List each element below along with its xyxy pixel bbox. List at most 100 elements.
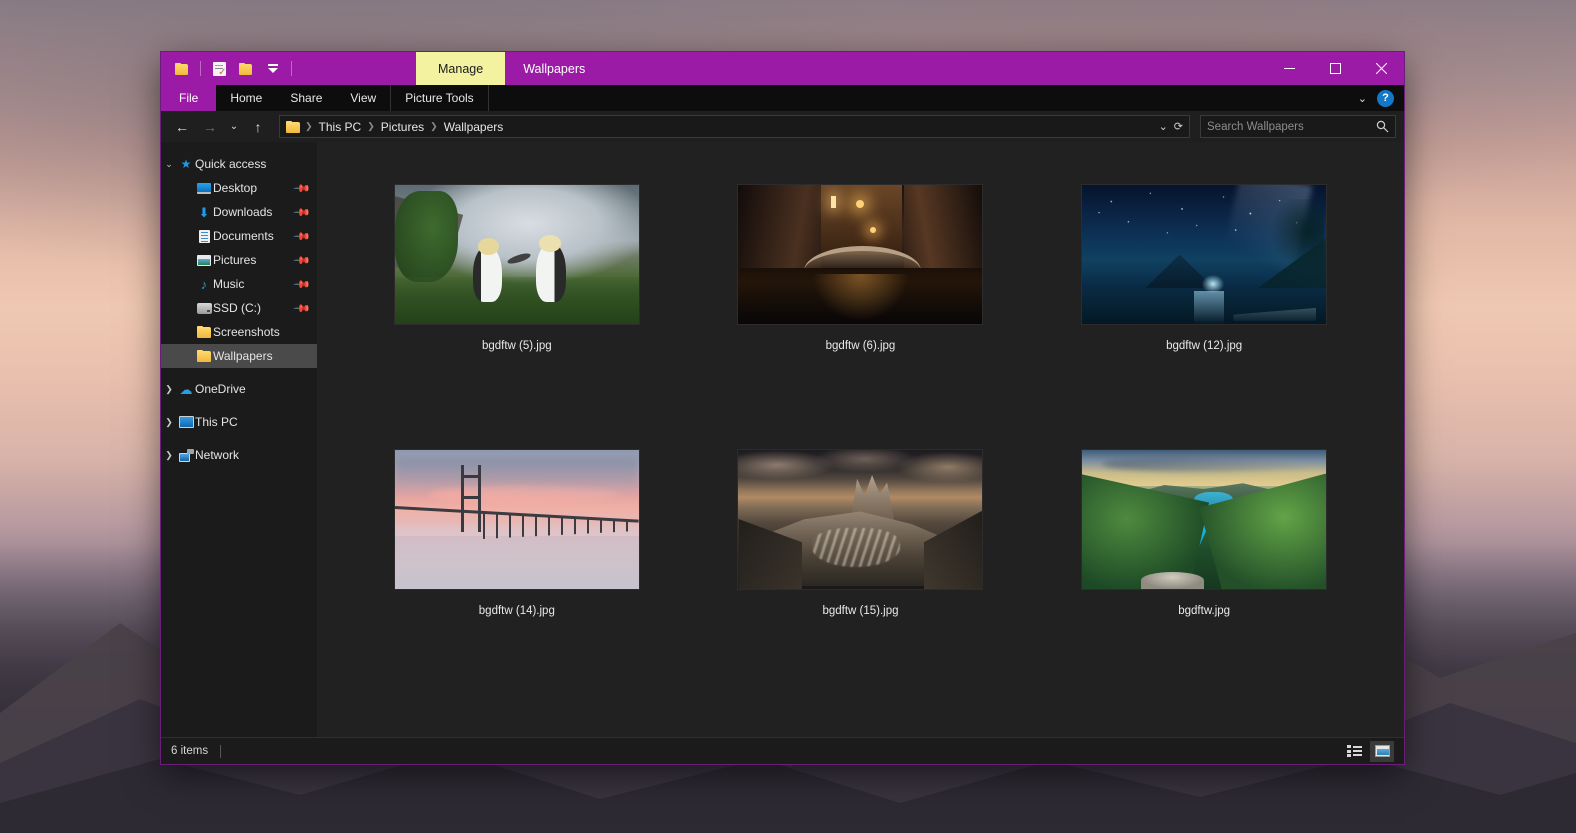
sidebar-item-network[interactable]: ❯ Network xyxy=(161,443,317,467)
recent-locations-button[interactable]: ⌄ xyxy=(225,115,243,139)
chevron-right-icon[interactable]: ❯ xyxy=(161,384,177,395)
back-button[interactable]: ← xyxy=(169,115,195,139)
sidebar-item-downloads[interactable]: ⬇ Downloads 📌 xyxy=(161,200,317,224)
sidebar-item-label: Music xyxy=(213,277,245,291)
contextual-tab-header[interactable]: Manage xyxy=(416,52,506,85)
sidebar-item-label: Documents xyxy=(213,229,274,243)
thumbnail-container xyxy=(1081,449,1328,590)
sidebar-item-label: OneDrive xyxy=(195,382,246,396)
downloads-icon: ⬇ xyxy=(198,204,210,220)
up-button[interactable]: ↑ xyxy=(245,115,271,139)
address-bar[interactable]: ❯ This PC ❯ Pictures ❯ Wallpapers ⌄ ⟳ xyxy=(279,115,1190,138)
breadcrumb-separator: ❯ xyxy=(367,121,375,131)
star-icon: ★ xyxy=(180,157,192,171)
sidebar-item-this-pc[interactable]: ❯ This PC xyxy=(161,410,317,434)
quick-access-toolbar xyxy=(161,52,298,85)
open-folder-icon[interactable] xyxy=(235,57,257,81)
file-name-label: bgdftw (15).jpg xyxy=(822,605,899,617)
navigation-pane: ⌄ ★ Quick access Desktop 📌 ⬇ Downloads 📌… xyxy=(161,142,317,737)
window-title: Wallpapers xyxy=(523,61,586,76)
breadcrumb-this-pc[interactable]: This PC xyxy=(314,120,367,134)
sidebar-item-wallpapers[interactable]: Wallpapers xyxy=(161,344,317,368)
chevron-down-icon[interactable] xyxy=(262,57,284,81)
file-item[interactable]: bgdftw.jpg xyxy=(1032,449,1376,618)
address-bar-actions: ⌄ ⟳ xyxy=(1159,120,1185,133)
new-folder-icon[interactable] xyxy=(171,57,193,81)
sidebar-item-desktop[interactable]: Desktop 📌 xyxy=(161,176,317,200)
refresh-icon[interactable]: ⟳ xyxy=(1174,120,1183,133)
thumbnail-image xyxy=(1081,449,1328,590)
file-item[interactable]: bgdftw (5).jpg xyxy=(345,184,689,353)
tab-share[interactable]: Share xyxy=(276,85,336,111)
help-icon[interactable]: ? xyxy=(1377,89,1394,107)
documents-icon xyxy=(195,229,213,243)
forward-button[interactable]: → xyxy=(197,115,223,139)
tab-view[interactable]: View xyxy=(336,85,390,111)
previous-locations-icon[interactable]: ⌄ xyxy=(1159,120,1168,133)
tab-home[interactable]: Home xyxy=(216,85,276,111)
large-icons-view-button[interactable] xyxy=(1370,740,1394,762)
view-mode-buttons xyxy=(1342,740,1394,762)
thumbnail-image xyxy=(737,449,984,590)
file-item[interactable]: bgdftw (15).jpg xyxy=(689,449,1033,618)
sidebar-group-quick-access[interactable]: ⌄ ★ Quick access xyxy=(161,152,317,176)
search-box[interactable] xyxy=(1200,115,1396,138)
file-item[interactable]: bgdftw (12).jpg xyxy=(1032,184,1376,353)
chevron-right-icon[interactable]: ❯ xyxy=(161,417,177,428)
sidebar-item-ssd-c[interactable]: SSD (C:) 📌 xyxy=(161,296,317,320)
tab-picture-tools[interactable]: Picture Tools xyxy=(390,85,489,111)
pin-icon[interactable]: 📌 xyxy=(293,299,312,317)
maximize-button[interactable] xyxy=(1312,52,1358,85)
chevron-down-icon[interactable]: ⌄ xyxy=(161,159,177,170)
sidebar-item-screenshots[interactable]: Screenshots xyxy=(161,320,317,344)
sidebar-item-label: Pictures xyxy=(213,253,257,267)
breadcrumb-separator: ❯ xyxy=(305,121,313,131)
sidebar-item-label: SSD (C:) xyxy=(213,301,261,315)
breadcrumb-pictures[interactable]: Pictures xyxy=(376,120,429,134)
breadcrumb-wallpapers[interactable]: Wallpapers xyxy=(439,120,509,134)
pin-icon[interactable]: 📌 xyxy=(293,275,312,293)
pin-icon[interactable]: 📌 xyxy=(293,179,312,197)
file-item[interactable]: bgdftw (14).jpg xyxy=(345,449,689,618)
pictures-icon xyxy=(195,254,213,266)
status-divider xyxy=(220,744,222,758)
file-grid: bgdftw (5).jpg bgdftw (6).jpg bgdftw (12… xyxy=(317,184,1404,618)
sidebar-item-pictures[interactable]: Pictures 📌 xyxy=(161,248,317,272)
window-controls xyxy=(1266,52,1404,85)
sidebar-item-music[interactable]: ♪ Music 📌 xyxy=(161,272,317,296)
pc-icon xyxy=(177,416,195,428)
file-list-pane[interactable]: bgdftw (5).jpg bgdftw (6).jpg bgdftw (12… xyxy=(317,142,1404,737)
pin-icon[interactable]: 📌 xyxy=(293,251,312,269)
sidebar-item-documents[interactable]: Documents 📌 xyxy=(161,224,317,248)
pin-icon[interactable]: 📌 xyxy=(293,227,312,245)
sidebar-group-label: Quick access xyxy=(195,157,267,171)
sidebar-item-label: Screenshots xyxy=(213,325,280,339)
file-item[interactable]: bgdftw (6).jpg xyxy=(689,184,1033,353)
network-icon xyxy=(177,449,195,462)
file-name-label: bgdftw (12).jpg xyxy=(1166,340,1243,352)
search-input[interactable] xyxy=(1207,120,1376,133)
thumbnail-container xyxy=(393,184,640,325)
close-button[interactable] xyxy=(1358,52,1404,85)
item-count-label: 6 items xyxy=(171,745,209,757)
address-bar-row: ← → ⌄ ↑ ❯ This PC ❯ Pictures ❯ Wallpaper… xyxy=(161,111,1404,142)
expand-ribbon-icon[interactable]: ⌄ xyxy=(1358,92,1367,105)
pin-icon[interactable]: 📌 xyxy=(293,203,312,221)
qat-divider-2 xyxy=(291,61,292,76)
desktop-icon xyxy=(195,182,213,194)
folder-icon xyxy=(195,326,213,338)
search-icon xyxy=(1376,120,1389,133)
file-name-label: bgdftw.jpg xyxy=(1178,605,1231,617)
tab-file[interactable]: File xyxy=(161,85,217,111)
chevron-right-icon[interactable]: ❯ xyxy=(161,450,177,461)
properties-icon[interactable] xyxy=(208,57,230,81)
sidebar-item-label: Network xyxy=(195,448,240,462)
file-name-label: bgdftw (6).jpg xyxy=(825,340,896,352)
minimize-button[interactable] xyxy=(1266,52,1312,85)
sidebar-item-onedrive[interactable]: ❯ ☁ OneDrive xyxy=(161,377,317,401)
ribbon-tab-bar: File Home Share View Picture Tools ⌄ ? xyxy=(161,85,1404,111)
details-view-button[interactable] xyxy=(1342,741,1366,762)
